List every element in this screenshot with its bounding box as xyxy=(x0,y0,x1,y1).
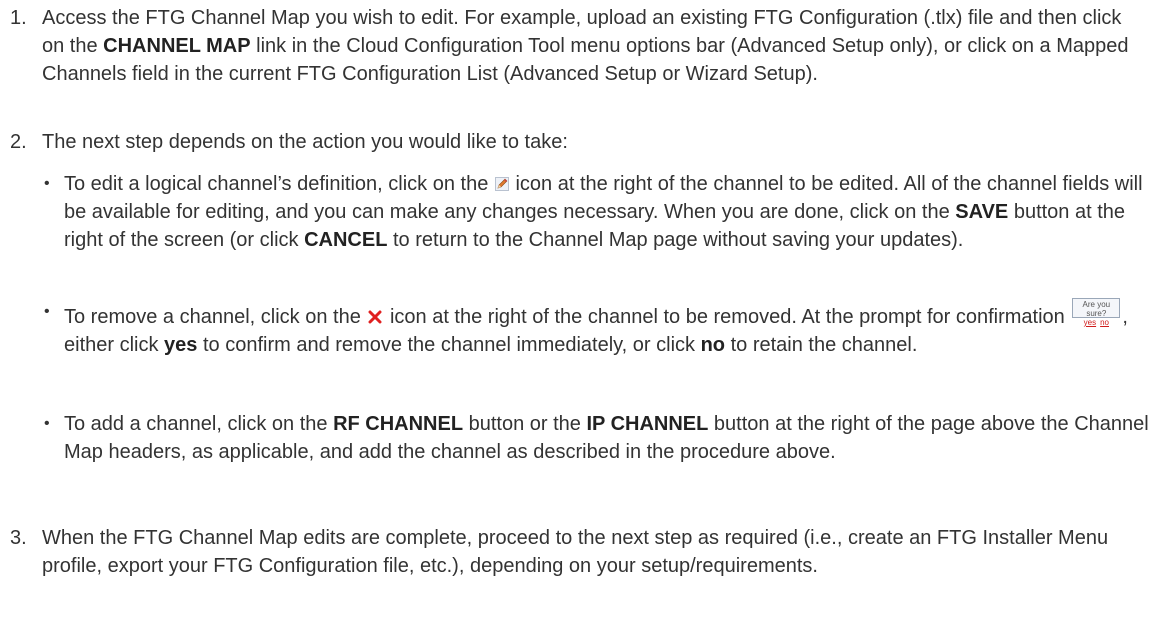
text-run: icon at the right of the channel to be r… xyxy=(384,306,1071,328)
text-run: button or the xyxy=(463,413,587,435)
bold-text: CANCEL xyxy=(304,229,388,251)
bold-text: RF CHANNEL xyxy=(333,413,464,435)
bold-text: no xyxy=(700,334,726,356)
bold-text: SAVE xyxy=(955,201,1009,223)
bullet-text: To edit a logical channel’s definition, … xyxy=(64,170,1149,254)
confirm-prompt: Are you sure? yes no xyxy=(1072,298,1121,327)
bullet-text: To remove a channel, click on the icon a… xyxy=(64,298,1149,359)
bullet-marker: • xyxy=(44,175,50,192)
confirm-yes-link[interactable]: yes xyxy=(1084,318,1096,327)
bold-text: IP CHANNEL xyxy=(586,413,709,435)
bold-text: yes xyxy=(164,334,198,356)
bullet-marker: • xyxy=(44,303,50,320)
step-text: When the FTG Channel Map edits are compl… xyxy=(42,527,1109,577)
step-number: 1. xyxy=(10,7,27,29)
confirm-options: yes no xyxy=(1073,318,1119,327)
text-run: To remove a channel, click on the xyxy=(64,306,367,328)
step-text: The next step depends on the action you … xyxy=(42,131,568,153)
edit-pencil-icon xyxy=(494,177,509,191)
step-text: Access the FTG Channel Map you wish to e… xyxy=(42,4,1142,88)
text-run: to retain the channel. xyxy=(725,334,918,356)
text-run: To edit a logical channel’s definition, … xyxy=(64,173,494,195)
bold-text: CHANNEL MAP xyxy=(103,35,251,57)
remove-x-icon xyxy=(368,310,382,324)
bullet-marker: • xyxy=(44,415,50,432)
bullet-text: To add a channel, click on the RF CHANNE… xyxy=(64,410,1149,466)
text-run: to return to the Channel Map page withou… xyxy=(387,229,964,251)
confirm-question: Are you sure? xyxy=(1082,300,1111,318)
text-run: To add a channel, click on the xyxy=(64,413,334,435)
text-run: to confirm and remove the channel immedi… xyxy=(197,334,701,356)
document-page: 1. Access the FTG Channel Map you wish t… xyxy=(0,0,1160,637)
confirm-no-link[interactable]: no xyxy=(1100,318,1109,327)
step-number: 2. xyxy=(10,131,27,153)
step-number: 3. xyxy=(10,527,27,549)
